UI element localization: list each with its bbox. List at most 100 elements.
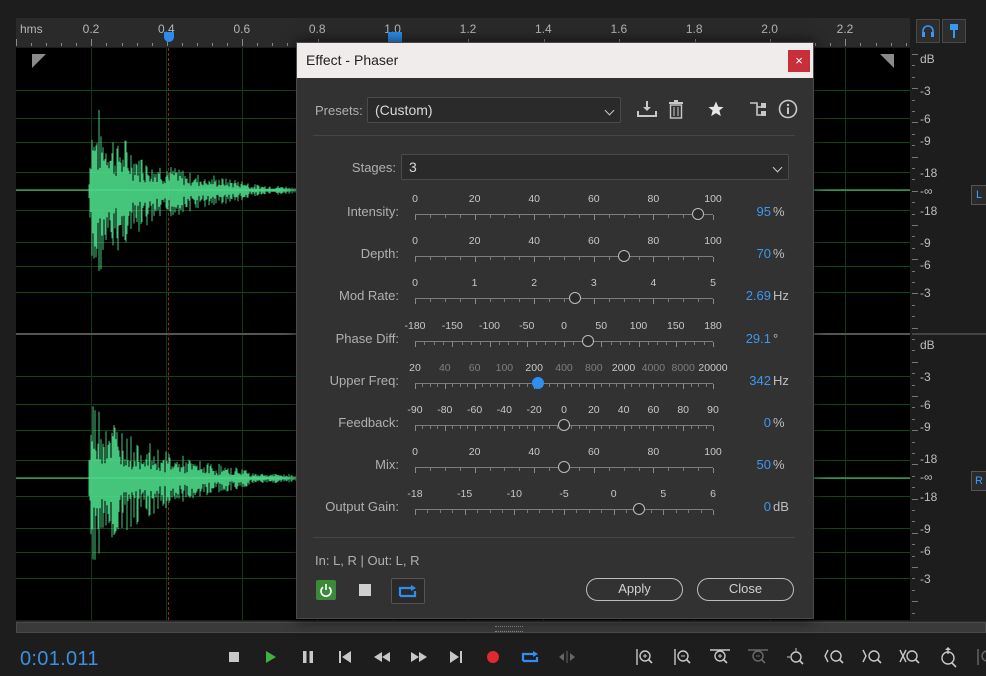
param-value-field[interactable]: 70 [757, 246, 771, 261]
dialog-close-button[interactable]: × [788, 50, 810, 72]
db-tick [912, 418, 915, 420]
io-channel-text: In: L, R | Out: L, R [315, 553, 420, 568]
zoom-out-full-icon[interactable] [782, 644, 809, 670]
slider-tick [526, 341, 528, 347]
db-label: -6 [920, 258, 931, 272]
db-label: -6 [920, 544, 931, 558]
preview-loop-icon[interactable] [391, 578, 425, 604]
scrollbar-thumb[interactable] [16, 622, 986, 633]
slider-knob[interactable] [531, 376, 544, 389]
slider-tick [422, 383, 424, 387]
close-button[interactable]: Close [697, 578, 794, 601]
param-value-field[interactable]: 50 [757, 457, 771, 472]
param-value-field[interactable]: 0 [764, 415, 771, 430]
zoom-in-time-icon[interactable] [706, 644, 733, 670]
zoom-in-end-icon[interactable] [858, 644, 885, 670]
editor-top-icons [916, 19, 966, 43]
time-tick [31, 43, 33, 46]
time-tick [76, 43, 78, 46]
amplitude-ruler[interactable]: L R dB -3 -6 -9 -18 -∞ -18 -9 -6 -3 dB -3 -6 -9 -18 -∞ -… [912, 48, 986, 620]
headphones-icon[interactable] [916, 19, 940, 43]
slider-tick [519, 257, 521, 261]
slider-tick [444, 299, 446, 303]
routing-icon[interactable] [747, 98, 769, 120]
param-value-field[interactable]: 342 [749, 373, 771, 388]
zoom-to-selection-icon[interactable] [934, 644, 961, 670]
slider-knob[interactable] [617, 250, 630, 263]
loop-icon[interactable] [516, 644, 543, 670]
param-value-field[interactable]: 95 [757, 204, 771, 219]
zoom-out-amplitude-icon[interactable] [668, 644, 695, 670]
slider-tick [549, 257, 551, 261]
chevron-down-icon [604, 105, 615, 116]
delete-preset-icon[interactable] [665, 98, 687, 120]
presets-dropdown[interactable]: (Custom) [367, 97, 621, 123]
slider-tick [675, 383, 677, 387]
param-unit: Hz [773, 288, 789, 304]
slider-tick [608, 426, 610, 429]
slider-tick [415, 215, 416, 220]
download-preset-icon[interactable] [636, 98, 658, 120]
channel-right-toggle[interactable]: R [971, 471, 986, 491]
info-icon[interactable] [777, 98, 799, 120]
db-tick [912, 327, 918, 329]
loop-start-marker[interactable] [164, 32, 174, 42]
fast-forward-icon[interactable] [405, 644, 432, 670]
zoom-in-amplitude-icon[interactable] [630, 644, 657, 670]
db-label: -∞ [920, 470, 933, 484]
slider-knob[interactable] [692, 208, 705, 220]
record-icon[interactable] [479, 644, 506, 670]
slider-tick [653, 215, 655, 220]
marker-pin-icon[interactable] [942, 19, 966, 43]
slider-tick [578, 215, 580, 218]
db-tick [912, 122, 918, 124]
slider-tick [477, 510, 479, 514]
zoom-out-time-icon[interactable] [744, 644, 771, 670]
param-value-field[interactable]: 2.69 [746, 288, 771, 303]
slider-knob[interactable] [582, 334, 595, 347]
rewind-icon[interactable] [368, 644, 395, 670]
zoom-selection-icon[interactable] [896, 644, 923, 670]
play-icon[interactable] [257, 644, 284, 670]
preview-stop-icon[interactable] [359, 584, 371, 596]
param-value-field[interactable]: 29.1 [746, 331, 771, 346]
slider-tick [498, 341, 500, 345]
stages-dropdown[interactable]: 3 [401, 154, 789, 180]
db-label: -6 [920, 112, 931, 126]
skip-to-start-icon[interactable] [331, 644, 358, 670]
power-toggle-icon[interactable] [316, 580, 336, 600]
slider-tick [489, 468, 491, 472]
skip-selection-icon[interactable] [553, 644, 580, 670]
slider-tick [593, 426, 595, 431]
slider-knob[interactable] [558, 461, 570, 474]
db-tick [912, 373, 915, 375]
zoom-fit-icon[interactable] [972, 644, 986, 670]
slider-tick [653, 257, 655, 263]
slider-tick [444, 383, 446, 389]
slider-tick [437, 426, 439, 429]
horizontal-scrollbar[interactable] [16, 621, 986, 633]
zoom-in-start-icon[interactable] [820, 644, 847, 670]
time-tick [845, 39, 847, 46]
slider-knob[interactable] [569, 292, 582, 305]
slider-tick [526, 383, 528, 387]
dialog-titlebar[interactable]: Effect - Phaser × [297, 43, 813, 78]
slider-tick [631, 383, 633, 387]
db-label: -3 [920, 370, 931, 384]
pause-icon[interactable] [294, 644, 321, 670]
apply-button[interactable]: Apply [586, 578, 683, 601]
db-tick [912, 316, 915, 318]
slider-tick [489, 341, 491, 347]
slider-tick [467, 383, 469, 387]
param-label: Output Gain: [325, 499, 399, 515]
slider-tick [504, 426, 506, 431]
slider-knob[interactable] [558, 419, 570, 431]
channel-left-toggle[interactable]: L [971, 185, 986, 205]
current-time-display[interactable]: 0:01.011 [20, 648, 99, 671]
stop-icon[interactable] [220, 644, 247, 670]
slider-tick [519, 299, 521, 303]
slider-knob[interactable] [632, 503, 645, 516]
param-value-field[interactable]: 0 [764, 499, 771, 514]
favorite-star-icon[interactable] [705, 98, 727, 120]
skip-to-end-icon[interactable] [442, 644, 469, 670]
